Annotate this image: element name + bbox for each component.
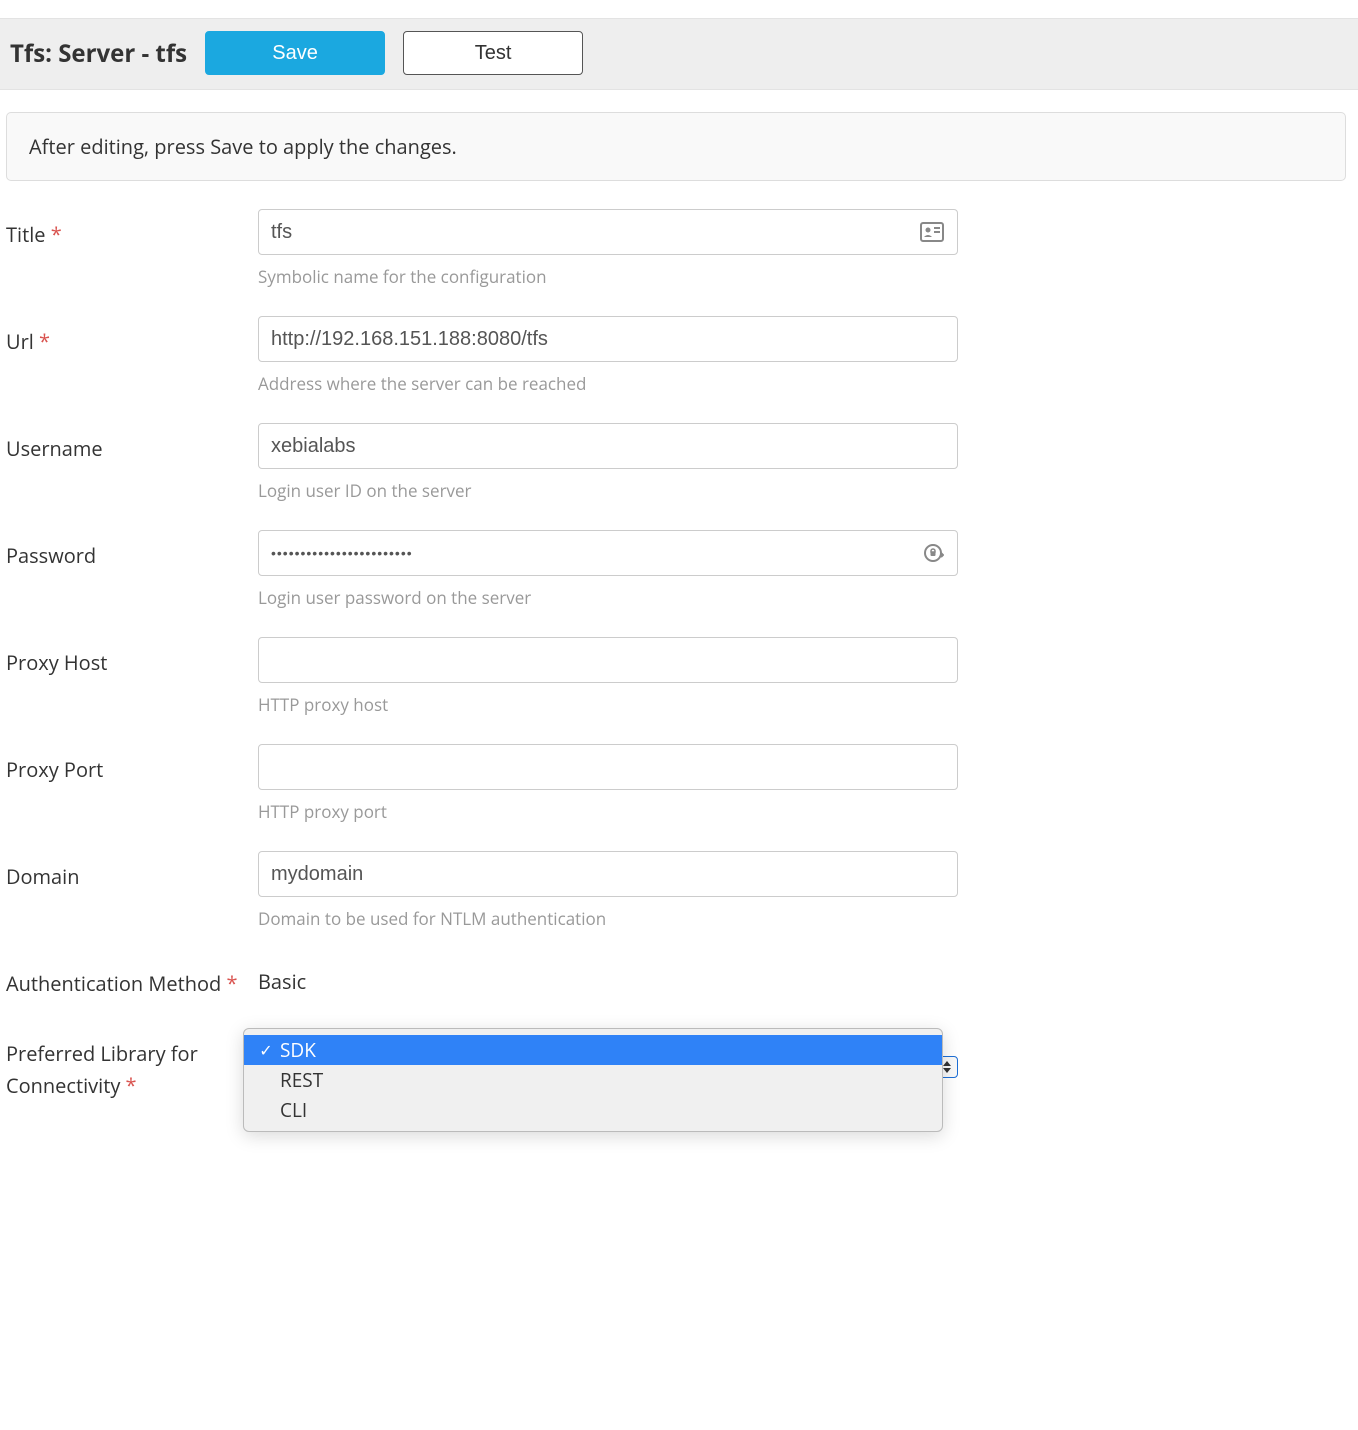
header-bar: Tfs: Server - tfs Save Test [0,18,1358,90]
auth-method-value: Basic [258,958,958,995]
id-card-icon [920,222,944,242]
field-label: Username [6,423,258,465]
dropdown-option-label: SDK [280,1037,316,1063]
field-row-username: Username Login user ID on the server [6,423,1348,502]
required-marker: * [51,221,62,248]
info-panel: After editing, press Save to apply the c… [6,112,1346,181]
proxy-port-input[interactable] [258,744,958,790]
url-input[interactable] [258,316,958,362]
info-message: After editing, press Save to apply the c… [29,133,457,160]
field-help: HTTP proxy host [258,693,958,716]
field-help: Address where the server can be reached [258,372,958,395]
title-input[interactable] [258,209,958,255]
check-icon: ✓ [256,1039,276,1061]
dropdown-option-label: REST [280,1067,323,1093]
test-button[interactable]: Test [403,31,583,75]
proxy-host-input[interactable] [258,637,958,683]
field-help: Login user ID on the server [258,479,958,502]
required-marker: * [226,970,237,997]
field-help: Symbolic name for the configuration [258,265,958,288]
lock-reset-icon[interactable] [922,542,944,564]
field-row-proxy-host: Proxy Host HTTP proxy host [6,637,1348,716]
field-label: Authentication Method * [6,958,258,1000]
field-row-proxy-port: Proxy Port HTTP proxy port [6,744,1348,823]
field-label: Proxy Host [6,637,258,679]
save-button[interactable]: Save [205,31,385,75]
field-row-domain: Domain Domain to be used for NTLM authen… [6,851,1348,930]
field-row-password: Password Login user password on the serv… [6,530,1348,609]
field-help: Domain to be used for NTLM authenticatio… [258,907,958,930]
field-row-url: Url * Address where the server can be re… [6,316,1348,395]
field-label: Preferred Library for Connectivity * [6,1028,258,1102]
field-help: Login user password on the server [258,586,958,609]
required-marker: * [126,1072,137,1099]
dropdown-option-cli[interactable]: CLI [244,1095,942,1125]
password-input[interactable] [258,530,958,576]
username-input[interactable] [258,423,958,469]
config-form: Title * Symbolic name for the configurat… [0,209,1358,1170]
dropdown-option-label: CLI [280,1097,307,1123]
field-row-auth-method: Authentication Method * Basic [6,958,1348,1000]
field-help: HTTP proxy port [258,800,958,823]
field-row-title: Title * Symbolic name for the configurat… [6,209,1348,288]
field-label: Proxy Port [6,744,258,786]
domain-input[interactable] [258,851,958,897]
dropdown-option-sdk[interactable]: ✓SDK [244,1035,942,1065]
preferred-library-dropdown[interactable]: ✓SDKRESTCLI [243,1028,943,1132]
field-label: Domain [6,851,258,893]
field-label: Password [6,530,258,572]
field-row-preferred-library: Preferred Library for Connectivity * ✓SD… [6,1028,1348,1102]
page-title: Tfs: Server - tfs [10,37,187,70]
field-label: Url * [6,316,258,358]
dropdown-option-rest[interactable]: REST [244,1065,942,1095]
required-marker: * [39,328,50,355]
field-label: Title * [6,209,258,251]
